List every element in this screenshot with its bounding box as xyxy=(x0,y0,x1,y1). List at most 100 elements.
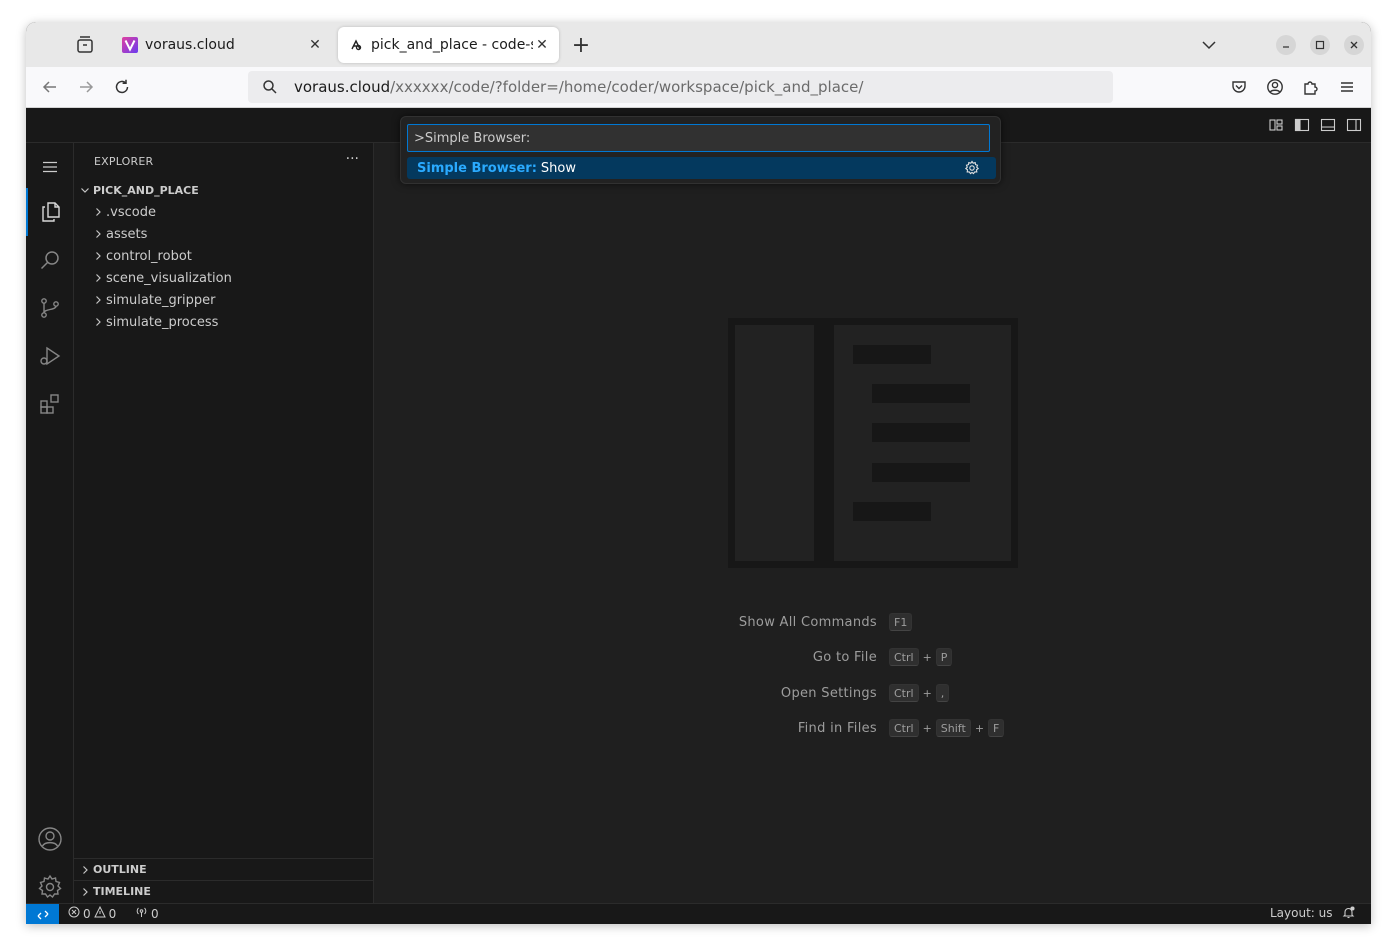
folder-item[interactable]: control_robot xyxy=(74,245,374,267)
warning-count: 0 xyxy=(108,906,117,921)
remote-indicator-icon[interactable] xyxy=(26,904,59,924)
code-server-workbench: EXPLORER ··· PICK_AND_PLACE .vscode asse… xyxy=(26,108,1371,924)
folder-label: .vscode xyxy=(106,204,156,220)
chevron-right-icon xyxy=(90,226,106,242)
chevron-right-icon xyxy=(90,314,106,330)
workspace-root-label: PICK_AND_PLACE xyxy=(93,183,199,197)
chevron-right-icon xyxy=(77,862,93,878)
hamburger-menu-icon[interactable] xyxy=(26,143,74,191)
keybinding: Ctrl xyxy=(889,648,919,666)
folder-item[interactable]: .vscode xyxy=(74,201,374,223)
shortcut-label: Open Settings xyxy=(780,686,877,701)
url-bar[interactable]: voraus.cloud/xxxxxx/code/?folder=/home/c… xyxy=(248,71,1113,103)
command-category: Simple Browser: xyxy=(417,160,537,176)
code-server-icon xyxy=(348,37,364,53)
navigation-bar: voraus.cloud/xxxxxx/code/?folder=/home/c… xyxy=(26,67,1371,108)
command-palette: Simple Browser: Show xyxy=(400,116,1001,184)
command-palette-input[interactable] xyxy=(407,124,990,152)
editor-area: Show All Commands F1 Go to File Ctrl + P… xyxy=(374,143,1371,903)
keybinding: Ctrl xyxy=(889,719,919,737)
tab-list-icon[interactable] xyxy=(73,33,97,57)
command-result-item[interactable]: Simple Browser: Show xyxy=(407,157,996,179)
chevron-down-icon xyxy=(77,182,93,198)
problems-status[interactable]: 0 0 xyxy=(68,905,117,921)
folder-label: simulate_gripper xyxy=(106,292,216,308)
error-icon xyxy=(68,906,80,921)
explorer-sidebar: EXPLORER ··· PICK_AND_PLACE .vscode asse… xyxy=(74,143,374,903)
keyboard-layout-status[interactable]: Layout: us xyxy=(1270,906,1333,920)
keybinding: Shift xyxy=(935,719,971,737)
toggle-panel-icon[interactable] xyxy=(1319,116,1337,134)
search-icon[interactable] xyxy=(26,236,74,284)
notifications-bell-icon[interactable] xyxy=(1342,906,1355,919)
outline-label: OUTLINE xyxy=(93,863,147,876)
shortcut-label: Go to File xyxy=(812,650,877,665)
extensions-puzzle-icon[interactable] xyxy=(1301,77,1321,97)
source-control-icon[interactable] xyxy=(26,284,74,332)
more-actions-icon[interactable]: ··· xyxy=(346,151,359,167)
chevron-right-icon xyxy=(90,248,106,264)
tab-code-server[interactable]: pick_and_place - code-ser ✕ xyxy=(338,27,559,63)
timeline-section[interactable]: TIMELINE xyxy=(74,880,374,902)
search-icon xyxy=(262,79,278,99)
configure-keybinding-gear-icon[interactable] xyxy=(964,160,980,176)
shortcut-label: Show All Commands xyxy=(738,615,877,630)
folder-item[interactable]: scene_visualization xyxy=(74,267,374,289)
shortcut-row: Open Settings Ctrl + , xyxy=(374,684,1371,706)
folder-item[interactable]: assets xyxy=(74,223,374,245)
vscode-watermark-logo xyxy=(728,318,1018,572)
run-debug-icon[interactable] xyxy=(26,332,74,380)
voraus-v-icon xyxy=(122,37,138,53)
minimize-icon[interactable] xyxy=(1276,35,1296,55)
new-tab-button[interactable]: + xyxy=(569,33,593,58)
warning-icon xyxy=(93,905,106,921)
keybinding: F xyxy=(988,719,1005,737)
menu-icon[interactable] xyxy=(1337,77,1357,97)
customize-layout-icon[interactable] xyxy=(1267,116,1285,134)
maximize-icon[interactable] xyxy=(1310,35,1330,55)
keybinding: Ctrl xyxy=(889,684,919,702)
tab-title: pick_and_place - code-ser xyxy=(371,37,533,53)
url-text: voraus.cloud/xxxxxx/code/?folder=/home/c… xyxy=(294,78,863,96)
shortcut-row: Find in Files Ctrl + Shift + F xyxy=(374,719,1371,741)
keybinding: F1 xyxy=(889,613,913,631)
explorer-files-icon[interactable] xyxy=(26,188,74,236)
close-tab-icon[interactable]: ✕ xyxy=(306,36,324,54)
folder-label: scene_visualization xyxy=(106,270,232,286)
workspace-root-folder[interactable]: PICK_AND_PLACE xyxy=(74,179,374,201)
shortcut-row: Show All Commands F1 xyxy=(374,613,1371,635)
ports-count: 0 xyxy=(151,906,159,921)
url-path: /xxxxxx/code/?folder=/home/coder/workspa… xyxy=(390,78,864,96)
pocket-icon[interactable] xyxy=(1229,77,1249,97)
keybinding: P xyxy=(935,648,953,666)
browser-window: voraus.cloud ✕ pick_and_place - code-ser… xyxy=(26,22,1371,924)
chevron-right-icon xyxy=(77,884,93,900)
account-icon[interactable] xyxy=(1265,77,1285,97)
close-tab-icon[interactable]: ✕ xyxy=(533,36,551,54)
tab-voraus[interactable]: voraus.cloud ✕ xyxy=(112,27,332,63)
chevron-down-icon[interactable] xyxy=(1198,34,1220,56)
url-host: voraus.cloud xyxy=(294,78,391,96)
folder-item[interactable]: simulate_gripper xyxy=(74,289,374,311)
folder-label: assets xyxy=(106,226,148,242)
folder-item[interactable]: simulate_process xyxy=(74,311,374,333)
reload-icon[interactable] xyxy=(112,77,132,97)
toggle-secondary-sidebar-icon[interactable] xyxy=(1345,116,1363,134)
tab-bar: voraus.cloud ✕ pick_and_place - code-ser… xyxy=(26,22,1371,67)
toggle-primary-sidebar-icon[interactable] xyxy=(1293,116,1311,134)
chevron-right-icon xyxy=(90,204,106,220)
ports-status[interactable]: 0 xyxy=(135,906,159,921)
activity-bar xyxy=(26,143,74,903)
folder-label: control_robot xyxy=(106,248,192,264)
tab-title: voraus.cloud xyxy=(145,37,235,53)
accounts-icon[interactable] xyxy=(26,815,74,863)
broadcast-icon xyxy=(135,906,148,921)
folder-label: simulate_process xyxy=(106,314,219,330)
close-window-icon[interactable] xyxy=(1344,35,1364,55)
chevron-right-icon xyxy=(90,292,106,308)
command-name: Show xyxy=(540,160,576,176)
outline-section[interactable]: OUTLINE xyxy=(74,858,374,880)
extensions-icon[interactable] xyxy=(26,380,74,428)
back-arrow-icon[interactable] xyxy=(40,77,60,97)
forward-arrow-icon[interactable] xyxy=(76,77,96,97)
